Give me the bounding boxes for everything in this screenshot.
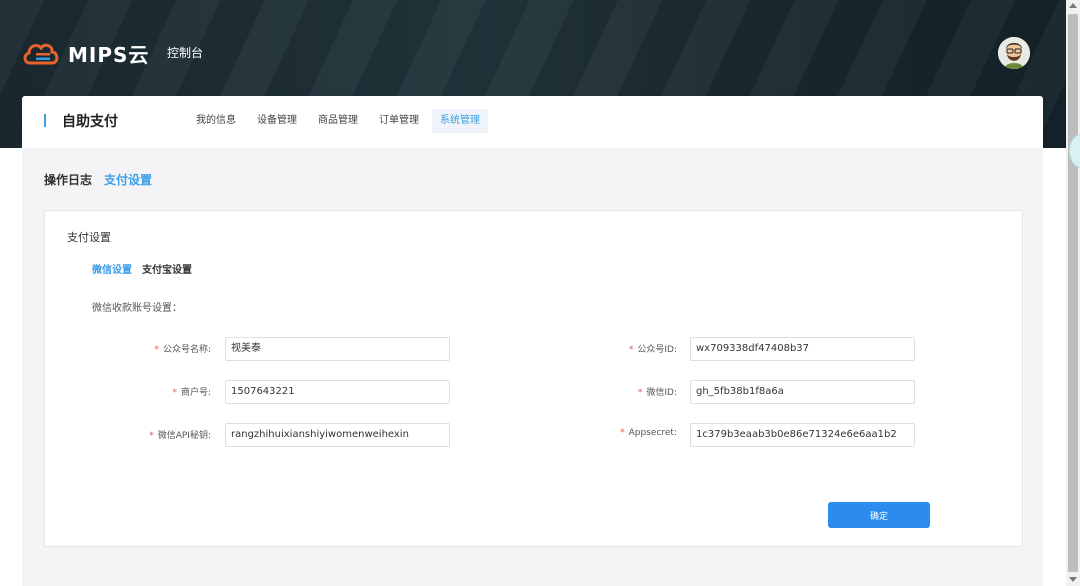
tab-payment-settings[interactable]: 支付设置 (104, 171, 152, 188)
api-key-label-text: 微信API秘钥: (157, 431, 211, 441)
scroll-up-arrow-icon[interactable] (1069, 3, 1077, 8)
api-key-label: * 微信API秘钥: (81, 428, 211, 441)
payment-settings-panel: 支付设置 微信设置 支付宝设置 微信收款账号设置： *公众号名称: *公众号ID… (44, 210, 1023, 547)
required-mark: * (628, 345, 634, 355)
cloud-logo-icon (23, 43, 59, 65)
payment-method-tabs: 微信设置 支付宝设置 (92, 261, 202, 276)
scrollbar-thumb[interactable] (1068, 14, 1078, 572)
confirm-button[interactable]: 确定 (828, 502, 930, 528)
required-mark: * (620, 428, 625, 438)
appsecret-label: * Appsecret: (547, 428, 677, 438)
nav-item-system-management[interactable]: 系统管理 (432, 109, 488, 133)
tab-wechat-settings[interactable]: 微信设置 (92, 261, 132, 276)
tab-operation-log[interactable]: 操作日志 (44, 171, 92, 188)
logo-text: MIPS云 (68, 42, 150, 67)
nav-item-order-management[interactable]: 订单管理 (371, 109, 427, 133)
account-name-label: * 公众号名称: (81, 342, 211, 355)
required-mark: * (172, 388, 177, 398)
merchant-no-label: * 商户号: (81, 385, 211, 398)
panel-title: 支付设置 (67, 231, 111, 244)
account-id-input[interactable] (690, 337, 915, 361)
required-mark: * (637, 388, 643, 398)
sub-tabs: 操作日志 支付设置 (44, 171, 164, 188)
account-id-label-text: 公众号ID: (637, 345, 677, 355)
avatar-face-icon (998, 37, 1030, 69)
appsecret-input[interactable] (690, 423, 915, 447)
account-name-label-text: 公众号名称: (162, 345, 211, 355)
nav-item-device-management[interactable]: 设备管理 (249, 109, 305, 133)
wechat-id-label-text: 微信ID: (646, 388, 677, 398)
tab-alipay-settings[interactable]: 支付宝设置 (142, 261, 192, 276)
console-link[interactable]: 控制台 (167, 44, 203, 61)
appsecret-label-text: Appsecret: (628, 428, 677, 438)
page-title: 自助支付 (62, 114, 118, 130)
nav-item-product-management[interactable]: 商品管理 (310, 109, 366, 133)
top-nav: 我的信息 设备管理 商品管理 订单管理 系统管理 (188, 109, 493, 133)
api-key-input[interactable] (225, 423, 450, 447)
title-accent-bar (44, 114, 46, 127)
page-header-card: 自助支付 我的信息 设备管理 商品管理 订单管理 系统管理 (22, 96, 1043, 148)
nav-item-my-info[interactable]: 我的信息 (188, 109, 244, 133)
wechat-id-label: * 微信ID: (547, 385, 677, 398)
wechat-id-input[interactable] (690, 380, 915, 404)
account-id-label: * 公众号ID: (547, 342, 677, 355)
merchant-no-input[interactable] (225, 380, 450, 404)
account-name-input[interactable] (225, 337, 450, 361)
required-mark: * (149, 431, 154, 441)
merchant-no-label-text: 商户号: (180, 388, 211, 398)
user-avatar[interactable] (998, 37, 1030, 69)
section-label: 微信收款账号设置： (92, 303, 182, 314)
logo[interactable]: MIPS云 (22, 38, 149, 68)
required-mark: * (154, 345, 159, 355)
scroll-down-arrow-icon[interactable] (1069, 577, 1077, 582)
